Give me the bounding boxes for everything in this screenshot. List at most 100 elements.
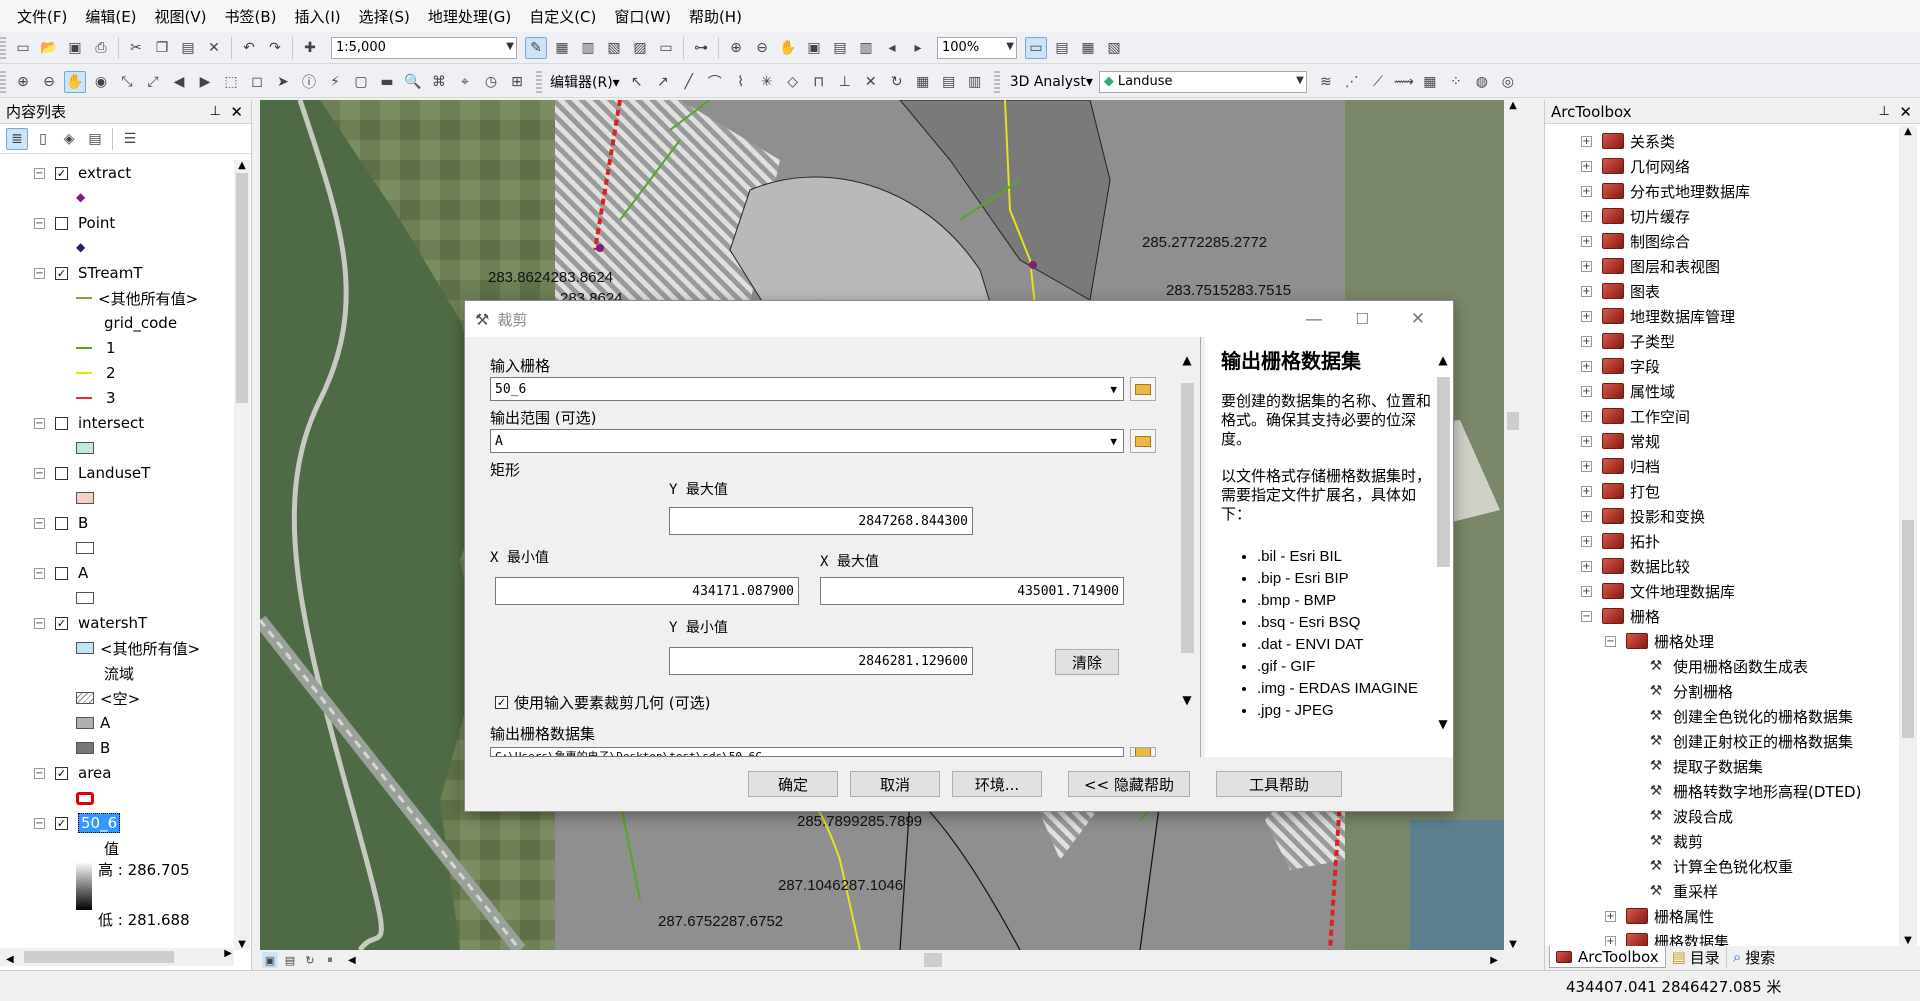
python-icon[interactable]: ▭ bbox=[655, 37, 677, 59]
layout-zoom-in-icon[interactable]: ⊕ bbox=[725, 37, 747, 59]
scroll-thumb[interactable] bbox=[236, 173, 248, 403]
toolbox-item[interactable]: + 几何网络 bbox=[1581, 155, 1690, 177]
change-layout-icon[interactable]: ▦ bbox=[1077, 37, 1099, 59]
sketch-properties-icon[interactable]: ▤ bbox=[938, 71, 960, 93]
layer-checkbox[interactable] bbox=[55, 466, 68, 480]
profile-graph-icon[interactable]: ▦ bbox=[1419, 71, 1441, 93]
point-icon[interactable]: ✳ bbox=[756, 71, 778, 93]
expand-icon[interactable]: + bbox=[1581, 510, 1592, 522]
toolbox-item[interactable]: + 分布式地理数据库 bbox=[1581, 180, 1750, 202]
menu-window[interactable]: 窗口(W) bbox=[605, 6, 680, 27]
clear-button[interactable]: 清除 bbox=[1055, 649, 1119, 675]
collapse-icon[interactable]: − bbox=[34, 267, 45, 279]
list-by-selection-icon[interactable]: ▤ bbox=[84, 128, 106, 150]
clear-selection-icon[interactable]: ◻ bbox=[246, 71, 268, 93]
toolbox-item[interactable]: − 栅格处理 bbox=[1605, 630, 1714, 652]
layer-checkbox[interactable] bbox=[55, 566, 68, 580]
toolbox-item[interactable]: + 拓扑 bbox=[1581, 530, 1660, 552]
layer-watersht[interactable]: − ✓ watershT bbox=[34, 612, 147, 634]
layer-50-6[interactable]: − ✓ 50_6 bbox=[34, 812, 121, 834]
menu-view[interactable]: 视图(V) bbox=[146, 6, 216, 27]
tool-item[interactable]: ⚒ 分割栅格 bbox=[1647, 680, 1733, 702]
edit-vertices-icon[interactable]: ◇ bbox=[782, 71, 804, 93]
layout-back-icon[interactable]: ◂ bbox=[881, 37, 903, 59]
expand-icon[interactable]: + bbox=[1581, 360, 1592, 372]
expand-icon[interactable]: + bbox=[1581, 485, 1592, 497]
find-route-icon[interactable]: ⌘ bbox=[428, 71, 450, 93]
modelbuilder-icon[interactable]: ⊶ bbox=[690, 37, 712, 59]
menu-file[interactable]: 文件(F) bbox=[8, 6, 76, 27]
toolbox-item[interactable]: + 切片缓存 bbox=[1581, 205, 1690, 227]
tool-item[interactable]: ⚒ 创建正射校正的栅格数据集 bbox=[1647, 730, 1853, 752]
undo-icon[interactable]: ↶ bbox=[238, 37, 260, 59]
toolbox-item[interactable]: + 栅格属性 bbox=[1605, 905, 1714, 927]
cut-icon[interactable]: ✂ bbox=[125, 37, 147, 59]
tab-search[interactable]: ⌕ 搜索 bbox=[1727, 946, 1781, 968]
arctoolbox-icon[interactable]: ▨ bbox=[629, 37, 651, 59]
scroll-up-icon[interactable]: ▲ bbox=[1504, 100, 1522, 111]
expand-icon[interactable]: + bbox=[1581, 535, 1592, 547]
expand-icon[interactable]: + bbox=[1605, 910, 1616, 922]
delete-icon[interactable]: ✕ bbox=[203, 37, 225, 59]
ymax-input[interactable]: 2847268.844300 bbox=[669, 507, 973, 535]
collapse-icon[interactable]: − bbox=[34, 567, 45, 579]
expand-icon[interactable]: + bbox=[1581, 410, 1592, 422]
tab-arctoolbox[interactable]: ArcToolbox bbox=[1549, 946, 1666, 968]
tool-item[interactable]: ⚒ 栅格转数字地形高程(DTED) bbox=[1647, 780, 1862, 802]
redo-icon[interactable]: ↷ bbox=[264, 37, 286, 59]
xmax-input[interactable]: 435001.714900 bbox=[820, 577, 1124, 605]
html-popup-icon[interactable]: ▢ bbox=[350, 71, 372, 93]
toc-options-icon[interactable]: ☰ bbox=[119, 128, 141, 150]
map-vertical-scrollbar[interactable]: ▲ ▼ bbox=[1504, 100, 1522, 950]
pause-drawing-icon[interactable]: ⏸ bbox=[322, 952, 338, 968]
pin-icon[interactable]: ⊥ bbox=[210, 104, 221, 119]
reshape-icon[interactable]: ⊓ bbox=[808, 71, 830, 93]
zoom-percent-dropdown[interactable]: 100% ▼ bbox=[937, 36, 1017, 59]
expand-icon[interactable]: + bbox=[1581, 335, 1592, 347]
copy-icon[interactable]: ❐ bbox=[151, 37, 173, 59]
toolbar-grip[interactable] bbox=[536, 70, 542, 93]
scroll-thumb[interactable] bbox=[1507, 412, 1519, 430]
expand-icon[interactable]: + bbox=[1581, 260, 1592, 272]
scroll-down-icon[interactable]: ▼ bbox=[1177, 693, 1197, 707]
3d-analyst-menu[interactable]: 3D Analyst▾ bbox=[1010, 74, 1093, 90]
input-raster-combo[interactable]: 50_6 ▼ bbox=[490, 377, 1124, 401]
scroll-thumb[interactable] bbox=[24, 951, 174, 963]
toolbox-item[interactable]: + 文件地理数据库 bbox=[1581, 580, 1735, 602]
expand-icon[interactable]: + bbox=[1581, 185, 1592, 197]
list-by-drawing-order-icon[interactable]: ≣ bbox=[6, 127, 28, 150]
maximize-icon[interactable]: ☐ bbox=[1356, 310, 1369, 328]
scroll-left-icon[interactable]: ◀ bbox=[6, 954, 14, 965]
scroll-thumb[interactable] bbox=[1181, 383, 1194, 653]
layout-pan-icon[interactable]: ✋ bbox=[777, 37, 799, 59]
menu-edit[interactable]: 编辑(E) bbox=[76, 6, 145, 27]
straight-segment-icon[interactable]: ╱ bbox=[678, 71, 700, 93]
collapse-icon[interactable]: − bbox=[34, 617, 45, 629]
select-elements-icon[interactable]: ➤ bbox=[272, 71, 294, 93]
collapse-icon[interactable]: − bbox=[34, 217, 45, 229]
collapse-icon[interactable]: − bbox=[34, 517, 45, 529]
focus-frame-icon[interactable]: ▤ bbox=[1051, 37, 1073, 59]
toc-vertical-scrollbar[interactable]: ▲ ▼ bbox=[234, 160, 250, 950]
arcscene-icon[interactable]: ◎ bbox=[1497, 71, 1519, 93]
toolbox-item[interactable]: + 数据比较 bbox=[1581, 555, 1690, 577]
table-icon[interactable]: ▦ bbox=[551, 37, 573, 59]
layer-b[interactable]: − B bbox=[34, 512, 88, 534]
data-view-icon[interactable]: ▣ bbox=[262, 952, 278, 968]
end-point-arc-icon[interactable]: ⌒ bbox=[704, 71, 726, 93]
scroll-right-icon[interactable]: ▶ bbox=[224, 948, 232, 959]
forward-extent-icon[interactable]: ▶ bbox=[194, 71, 216, 93]
scroll-down-icon[interactable]: ▼ bbox=[1899, 935, 1917, 946]
layout-full-icon[interactable]: ▣ bbox=[803, 37, 825, 59]
tool-help-button[interactable]: 工具帮助 bbox=[1216, 771, 1342, 797]
expand-icon[interactable]: + bbox=[1581, 135, 1592, 147]
select-features-icon[interactable]: ⬚ bbox=[220, 71, 242, 93]
edit-tool-icon[interactable]: ↖ bbox=[626, 71, 648, 93]
toolbox-item[interactable]: + 地理数据库管理 bbox=[1581, 305, 1735, 327]
environments-button[interactable]: 环境... bbox=[952, 771, 1042, 797]
layer-intersect[interactable]: − intersect bbox=[34, 412, 144, 434]
layer-checkbox[interactable] bbox=[55, 516, 68, 530]
toolbox-item[interactable]: + 图层和表视图 bbox=[1581, 255, 1720, 277]
scroll-up-icon[interactable]: ▲ bbox=[1433, 353, 1453, 367]
help-vertical-scrollbar[interactable]: ▲ ▼ bbox=[1433, 337, 1453, 757]
